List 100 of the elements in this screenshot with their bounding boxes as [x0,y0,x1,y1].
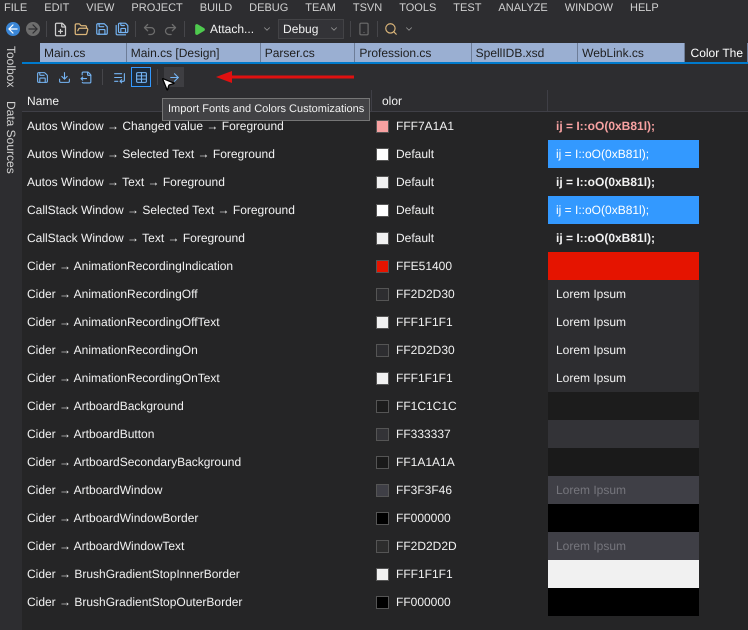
color-value: FF1A1A1A [396,454,455,471]
color-item-name[interactable]: Cider → ArtboardBackground [22,397,372,415]
color-value: FF333337 [396,426,451,443]
color-value: FF000000 [396,510,451,527]
list-icon [112,70,126,84]
color-item-name[interactable]: Autos Window → Selected Text → Foreground [22,145,372,163]
document-tab[interactable]: Parser.cs [260,43,356,62]
color-value: FFF7A1A1 [396,118,454,135]
color-item-name[interactable]: CallStack Window → Text → Foreground [22,229,372,247]
preview-text: ij = I::oO(0xB81l); [548,196,699,224]
color-swatch[interactable] [376,204,389,216]
color-value: FFF1F1F1 [396,370,453,387]
color-item-name[interactable]: Cider → ArtboardWindowText [22,537,372,555]
mouse-cursor-icon [160,76,176,92]
color-item-name[interactable]: Autos Window → Text → Foreground [22,173,372,191]
play-icon [193,22,206,36]
color-item-name[interactable]: Cider → AnimationRecordingOff [22,285,372,303]
color-item-name[interactable]: Cider → ArtboardWindowBorder [22,509,372,527]
preview-text: ij = I::oO(0xB81l); [548,140,699,168]
color-swatch[interactable] [376,484,389,496]
menu-item[interactable]: TEST [453,1,482,15]
color-value: FF3F3F46 [396,482,452,499]
color-item-name[interactable]: CallStack Window → Selected Text → Foreground [22,201,372,219]
redo-icon[interactable] [163,22,178,36]
color-value: FF000000 [396,594,451,611]
color-item-name[interactable]: Cider → AnimationRecordingOnText [22,369,372,387]
preview-text: Lorem Ipsum [548,364,699,392]
color-swatch[interactable] [376,148,389,160]
color-value: FF2D2D2D [396,538,457,555]
color-value: FFE51400 [396,258,452,275]
color-swatch[interactable] [376,232,389,244]
menu-item[interactable]: TEAM [305,1,336,15]
color-value: FF2D2D30 [396,286,455,303]
color-item-name[interactable]: Cider → AnimationRecordingIndication [22,257,372,275]
preview-text: Lorem Ipsum [548,280,699,308]
menu-item[interactable]: WINDOW [564,1,613,15]
document-tab[interactable]: Main.cs [Design] [126,43,261,62]
document-tab[interactable]: Main.cs [40,43,127,62]
color-swatch[interactable] [376,400,389,412]
undo-icon[interactable] [142,22,157,36]
color-item-name[interactable]: Cider → BrushGradientStopInnerBorder [22,565,372,583]
preview-text: ij = I::oO(0xB81l); [556,174,656,191]
color-item-name[interactable]: Cider → ArtboardWindow [22,481,372,499]
configuration-dropdown[interactable]: Debug [278,19,344,39]
menu-item[interactable]: TOOLS [399,1,436,15]
color-swatch[interactable] [376,120,389,132]
menu-item[interactable]: BUILD [200,1,232,15]
menu-item[interactable]: TSVN [352,1,382,15]
document-tab[interactable]: WebLink.cs [578,43,685,62]
menu-item[interactable]: EDIT [44,1,70,15]
back-icon[interactable] [6,22,20,36]
preview-text: Lorem Ipsum [548,336,699,364]
color-swatch[interactable] [376,512,389,524]
color-swatch[interactable] [376,288,389,300]
menu-item[interactable]: ANALYZE [498,1,548,15]
grid-button[interactable] [131,67,151,87]
export-icon [80,70,92,84]
color-swatch[interactable] [376,596,389,608]
menu-item[interactable]: VIEW [86,1,114,15]
open-folder-icon[interactable] [74,22,89,36]
preview-text: Lorem Ipsum [548,308,699,336]
color-swatch[interactable] [376,176,389,188]
color-swatch[interactable] [376,316,389,328]
color-value: FFF1F1F1 [396,566,453,583]
color-swatch[interactable] [376,456,389,468]
grid-icon [134,70,148,84]
document-tab[interactable]: Profession.cs [355,43,472,62]
attach-button[interactable]: Attach... [191,20,256,38]
color-item-name[interactable]: Cider → BrushGradientStopOuterBorder [22,593,372,611]
color-swatch[interactable] [376,540,389,552]
color-value: FFF1F1F1 [396,314,453,331]
device-icon[interactable] [357,22,372,36]
preview-text: ij = I::oO(0xB81l); [556,230,656,247]
color-swatch[interactable] [376,372,389,384]
color-swatch[interactable] [376,260,389,272]
color-item-name[interactable]: Cider → AnimationRecordingOffText [22,313,372,331]
color-swatch[interactable] [376,344,389,356]
color-value: Default [396,230,434,247]
menu-item[interactable]: PROJECT [131,1,183,15]
find-icon[interactable] [384,22,398,36]
tooltip: Import Fonts and Colors Customizations [162,98,370,120]
import-icon [168,70,180,84]
document-tab[interactable]: SpellIDB.xsd [472,43,578,62]
forward-icon[interactable] [26,22,40,36]
color-item-name[interactable]: Cider → AnimationRecordingOn [22,341,372,359]
side-tab[interactable]: Data Sources [2,101,20,174]
color-item-name[interactable]: Cider → ArtboardButton [22,425,372,443]
menu-item[interactable]: HELP [630,1,659,15]
preview-text: ij = I::oO(0xB81l); [556,118,656,135]
color-value: FF2D2D30 [396,342,455,359]
menu-item[interactable]: FILE [4,1,28,15]
save-all-icon[interactable] [115,22,129,36]
new-file-icon[interactable] [53,22,68,36]
color-swatch[interactable] [376,568,389,580]
color-swatch[interactable] [376,428,389,440]
color-item-name[interactable]: Cider → ArtboardSecondaryBackground [22,453,372,471]
side-tab[interactable]: Toolbox [2,46,20,88]
menu-item[interactable]: DEBUG [249,1,288,15]
color-value: FF1C1C1C [396,398,457,415]
color-value: Default [396,202,434,219]
